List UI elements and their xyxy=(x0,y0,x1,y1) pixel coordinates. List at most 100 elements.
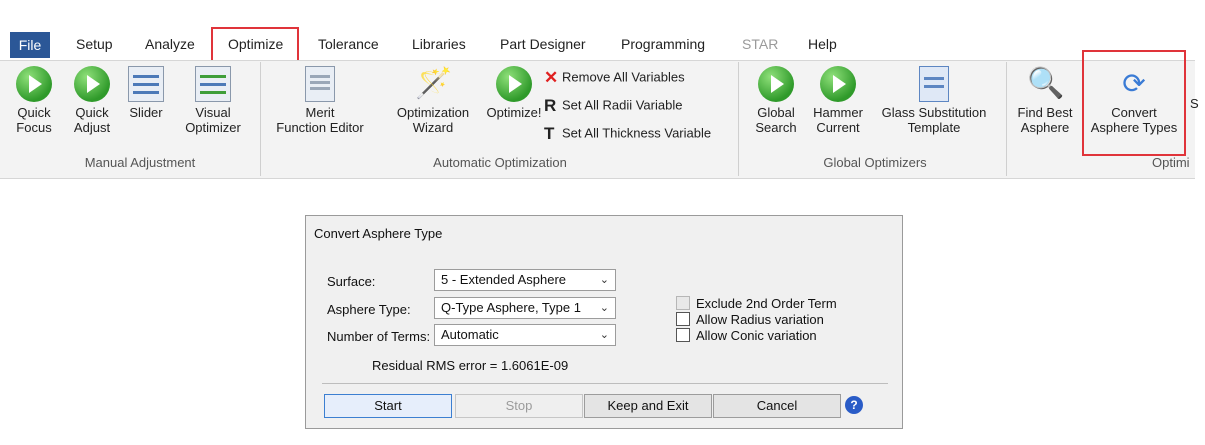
quick-adjust-button[interactable]: Quick Adjust xyxy=(72,66,112,135)
chevron-down-icon: ⌄ xyxy=(599,274,609,286)
visual-optimizer-label-2: Optimizer xyxy=(185,120,241,135)
play-icon xyxy=(496,66,532,102)
visual-optimizer-label-1: Visual xyxy=(195,105,231,120)
group-separator xyxy=(738,62,739,176)
quick-focus-button[interactable]: Quick Focus xyxy=(16,66,52,135)
hammer-current-label-2: Current xyxy=(816,120,860,135)
find-best-label-2: Asphere xyxy=(1020,120,1070,135)
quick-focus-label-2: Focus xyxy=(16,120,52,135)
opt-wizard-label-2: Wizard xyxy=(412,120,454,135)
convert-button-highlight xyxy=(1082,50,1186,156)
group-label-global: Global Optimizers xyxy=(823,155,927,170)
tab-setup[interactable]: Setup xyxy=(76,36,113,52)
residual-rms-text: Residual RMS error = 1.6061E-09 xyxy=(372,358,569,373)
cancel-button[interactable]: Cancel xyxy=(713,394,841,418)
slider-label: Slider xyxy=(129,105,163,120)
number-of-terms-label: Number of Terms: xyxy=(327,329,431,344)
asphere-type-value: Q-Type Asphere, Type 1 xyxy=(441,300,581,315)
keep-and-exit-button[interactable]: Keep and Exit xyxy=(584,394,712,418)
quick-adjust-icon xyxy=(74,66,110,102)
group-separator xyxy=(260,62,261,176)
global-search-label-2: Search xyxy=(755,120,797,135)
number-of-terms-select[interactable]: Automatic ⌄ xyxy=(434,324,616,346)
document-icon xyxy=(919,66,949,102)
surface-select[interactable]: 5 - Extended Asphere ⌄ xyxy=(434,269,616,291)
tab-analyze[interactable]: Analyze xyxy=(145,36,195,52)
allow-conic-label: Allow Conic variation xyxy=(696,328,817,343)
merit-editor-label-1: Merit xyxy=(305,105,335,120)
convert-asphere-dialog: Convert Asphere Type Surface: 5 - Extend… xyxy=(305,215,903,429)
tab-file[interactable]: File xyxy=(10,32,50,58)
ribbon-tabbar: File Setup Analyze Optimize Tolerance Li… xyxy=(0,0,1205,65)
exclude-2nd-order-checkbox[interactable]: Exclude 2nd Order Term xyxy=(676,296,837,311)
optimize-label: Optimize! xyxy=(486,105,542,120)
group-label-automatic: Automatic Optimization xyxy=(433,155,567,170)
quick-adjust-label-2: Adjust xyxy=(73,120,111,135)
group-label-optim: Optimi xyxy=(1152,155,1190,170)
checkbox-box xyxy=(676,296,690,310)
exclude-2nd-label: Exclude 2nd Order Term xyxy=(696,296,837,311)
group-separator xyxy=(1006,62,1007,176)
opt-wizard-label-1: Optimization xyxy=(396,105,470,120)
thickness-t-icon: T xyxy=(544,124,555,143)
start-button[interactable]: Start xyxy=(324,394,452,418)
merit-editor-icon xyxy=(305,66,335,102)
set-thickness-label: Set All Thickness Variable xyxy=(562,125,712,141)
allow-conic-checkbox[interactable]: Allow Conic variation xyxy=(676,328,817,343)
hammer-current-button[interactable]: Hammer Current xyxy=(810,66,866,135)
globe-icon xyxy=(758,66,794,102)
visual-optimizer-icon xyxy=(195,66,231,102)
clipped-label: S xyxy=(1190,96,1199,111)
stop-button[interactable]: Stop xyxy=(455,394,583,418)
slider-button[interactable]: Slider xyxy=(124,66,168,120)
clipped-ribbon-item[interactable]: S xyxy=(1190,96,1202,111)
radius-r-icon: R xyxy=(544,96,557,115)
quick-focus-label-1: Quick xyxy=(17,105,51,120)
allow-radius-label: Allow Radius variation xyxy=(696,312,824,327)
remove-all-variables-button[interactable]: ✕ Remove All Variables xyxy=(544,68,685,88)
magic-wand-icon: 🪄 xyxy=(415,67,453,100)
divider xyxy=(322,383,888,384)
asphere-type-select[interactable]: Q-Type Asphere, Type 1 ⌄ xyxy=(434,297,616,319)
chevron-down-icon: ⌄ xyxy=(599,302,609,314)
group-label-manual: Manual Adjustment xyxy=(84,155,196,170)
dialog-title: Convert Asphere Type xyxy=(314,226,443,241)
global-search-label-1: Global xyxy=(757,105,795,120)
quick-focus-icon xyxy=(16,66,52,102)
merit-editor-label-2: Function Editor xyxy=(276,120,364,135)
find-best-label-1: Find Best xyxy=(1017,105,1073,120)
number-of-terms-value: Automatic xyxy=(441,327,499,342)
tab-programming[interactable]: Programming xyxy=(621,36,705,52)
tab-libraries[interactable]: Libraries xyxy=(412,36,466,52)
glass-substitution-template-button[interactable]: Glass Substitution Template xyxy=(872,66,996,135)
optimize-button[interactable]: Optimize! xyxy=(484,66,544,120)
checkbox-box xyxy=(676,312,690,326)
magnifier-icon: 🔍 xyxy=(1027,67,1065,100)
help-icon[interactable]: ? xyxy=(845,396,863,414)
set-radii-label: Set All Radii Variable xyxy=(562,97,683,113)
chevron-down-icon: ⌄ xyxy=(599,329,609,341)
slider-icon xyxy=(128,66,164,102)
surface-value: 5 - Extended Asphere xyxy=(441,272,567,287)
set-thickness-variable-button[interactable]: T Set All Thickness Variable xyxy=(544,124,711,144)
glass-sub-label-2: Template xyxy=(907,120,961,135)
tab-star[interactable]: STAR xyxy=(742,36,778,52)
hammer-current-label-1: Hammer xyxy=(813,105,863,120)
tab-help[interactable]: Help xyxy=(808,36,837,52)
tab-part-designer[interactable]: Part Designer xyxy=(500,36,586,52)
tab-tolerance[interactable]: Tolerance xyxy=(318,36,379,52)
optimization-wizard-button[interactable]: 🪄 Optimization Wizard xyxy=(382,66,484,135)
surface-label: Surface: xyxy=(327,274,376,289)
red-x-icon: ✕ xyxy=(544,68,559,87)
find-best-asphere-button[interactable]: 🔍 Find Best Asphere xyxy=(1014,66,1076,135)
visual-optimizer-button[interactable]: Visual Optimizer xyxy=(180,66,246,135)
allow-radius-checkbox[interactable]: Allow Radius variation xyxy=(676,312,824,327)
glass-sub-label-1: Glass Substitution xyxy=(881,105,987,120)
merit-function-editor-button[interactable]: Merit Function Editor xyxy=(268,66,372,135)
quick-adjust-label-1: Quick xyxy=(75,105,109,120)
hammer-icon xyxy=(820,66,856,102)
set-radii-variable-button[interactable]: R Set All Radii Variable xyxy=(544,96,682,116)
checkbox-box xyxy=(676,328,690,342)
global-search-button[interactable]: Global Search xyxy=(752,66,800,135)
asphere-type-label: Asphere Type: xyxy=(327,302,411,317)
